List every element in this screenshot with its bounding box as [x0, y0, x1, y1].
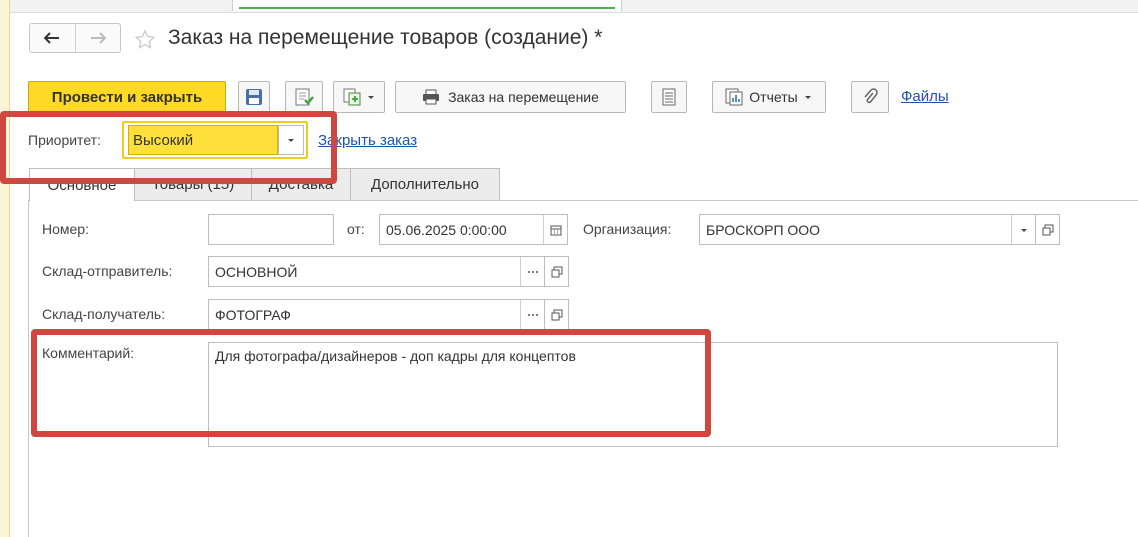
paperclip-icon — [864, 88, 878, 104]
number-label: Номер: — [42, 221, 89, 237]
sender-select-button[interactable] — [520, 257, 544, 286]
ellipsis-icon — [527, 313, 538, 316]
open-window-icon — [1042, 224, 1053, 235]
chevron-down-icon — [804, 96, 811, 99]
organization-value: БРОСКОРП ООО — [706, 221, 821, 238]
forward-button[interactable] — [74, 24, 121, 52]
organization-open-button[interactable] — [1036, 214, 1060, 245]
reports-button[interactable]: Отчеты — [712, 81, 826, 113]
panel-left-border — [28, 200, 29, 537]
create-based-on-icon — [343, 88, 361, 106]
page-title: Заказ на перемещение товаров (создание) … — [168, 26, 603, 49]
more-actions-button[interactable] — [651, 81, 687, 113]
annotation-box-comment — [31, 329, 711, 437]
back-arrow-icon — [44, 32, 60, 44]
annotation-box-priority — [0, 111, 337, 184]
receiver-warehouse-value: ФОТОГРАФ — [215, 306, 291, 323]
chevron-down-icon — [1020, 228, 1027, 232]
back-button[interactable] — [30, 24, 75, 52]
chevron-down-icon — [368, 96, 374, 99]
top-tabstrip — [0, 0, 1138, 13]
calendar-button[interactable] — [543, 215, 567, 244]
sender-open-button[interactable] — [545, 256, 569, 287]
post-document-icon — [295, 88, 314, 106]
nav-arrows-group — [29, 23, 121, 53]
save-disk-icon — [246, 89, 262, 105]
organization-label: Организация: — [583, 221, 672, 237]
files-link[interactable]: Файлы — [901, 88, 949, 105]
print-order-button[interactable]: Заказ на перемещение — [395, 81, 626, 113]
create-based-on-button[interactable] — [333, 81, 385, 113]
star-icon — [134, 29, 156, 49]
post-button[interactable] — [285, 81, 323, 113]
left-edge-bar — [0, 0, 10, 537]
calendar-icon — [550, 225, 561, 235]
receiver-select-button[interactable] — [520, 300, 544, 329]
receiver-warehouse-input[interactable]: ФОТОГРАФ — [208, 299, 545, 330]
tab-additional[interactable]: Дополнительно — [350, 168, 500, 200]
save-button[interactable] — [238, 81, 270, 113]
print-order-label: Заказ на перемещение — [448, 89, 599, 105]
tab-bar-divider — [29, 200, 1138, 201]
sender-warehouse-input[interactable]: ОСНОВНОЙ — [208, 256, 545, 287]
forward-arrow-icon — [90, 32, 106, 44]
favorite-star-button[interactable] — [134, 29, 156, 54]
top-active-tab[interactable] — [232, 0, 622, 11]
post-and-close-button[interactable]: Провести и закрыть — [28, 81, 226, 113]
printer-icon — [423, 89, 440, 105]
organization-input[interactable]: БРОСКОРП ООО — [699, 214, 1036, 245]
receiver-open-button[interactable] — [545, 299, 569, 330]
receiver-warehouse-label: Склад-получатель: — [42, 306, 166, 322]
open-window-icon — [551, 309, 562, 320]
sender-warehouse-label: Склад-отправитель: — [42, 263, 173, 279]
ellipsis-icon — [527, 270, 538, 273]
date-value: 05.06.2025 0:00:00 — [386, 221, 507, 238]
number-input[interactable] — [208, 214, 334, 245]
sender-warehouse-value: ОСНОВНОЙ — [215, 263, 298, 280]
reports-label: Отчеты — [749, 89, 798, 105]
organization-dropdown-button[interactable] — [1011, 215, 1035, 244]
date-input[interactable]: 05.06.2025 0:00:00 — [379, 214, 568, 245]
open-window-icon — [551, 266, 562, 277]
list-icon — [662, 88, 676, 106]
date-label: от: — [347, 221, 365, 237]
attach-button[interactable] — [851, 81, 889, 113]
reports-icon — [725, 88, 743, 106]
